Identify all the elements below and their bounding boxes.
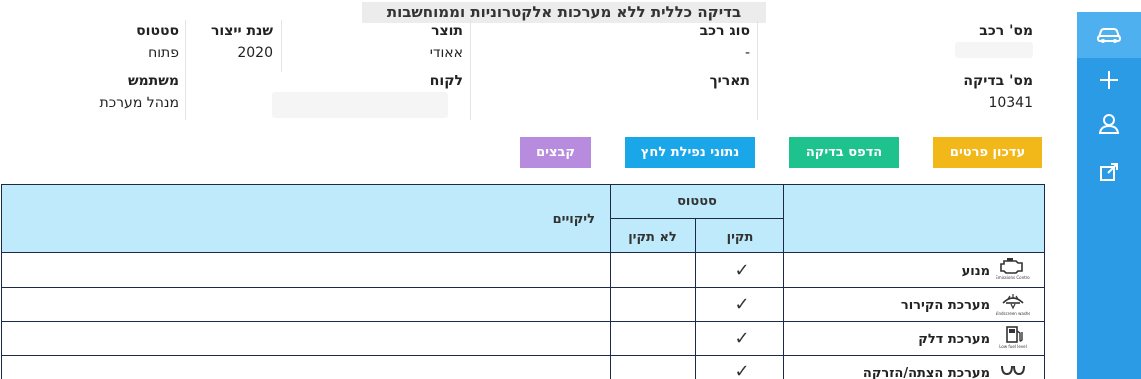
- year-label: שנת ייצור: [210, 23, 273, 39]
- vehicle-type-value: -: [744, 45, 750, 61]
- sidebar: [1077, 12, 1141, 379]
- table-row-name: מערכת הקירור: [900, 298, 990, 313]
- customer-value: [272, 92, 448, 118]
- print-test-button[interactable]: הדפס בדיקה: [789, 137, 899, 168]
- customer-label: לקוח: [429, 73, 463, 89]
- check-icon[interactable]: ✓: [731, 363, 753, 379]
- check-icon[interactable]: ✓: [731, 330, 753, 348]
- divider: [470, 20, 471, 120]
- divider: [281, 20, 282, 72]
- divider: [2, 355, 1044, 356]
- user-value: מנהל מערכת: [99, 95, 179, 111]
- status-label: סטטוס: [136, 23, 179, 39]
- vehicle-number-label: מס' רכב: [979, 23, 1033, 39]
- table-row-name: מנוע: [961, 264, 990, 279]
- car-icon[interactable]: [1095, 21, 1123, 49]
- external-link-icon[interactable]: [1095, 158, 1123, 186]
- windscreen-washer-icon: Windscreen washer: [994, 289, 1032, 317]
- files-button[interactable]: קבצים: [520, 137, 591, 168]
- test-number-value: 10341: [988, 95, 1033, 111]
- divider: [610, 218, 784, 219]
- check-icon[interactable]: ✓: [731, 262, 753, 280]
- user-icon[interactable]: [1095, 110, 1123, 138]
- ok-column-header: תקין: [726, 230, 754, 245]
- status-column-header: סטטוס: [677, 194, 717, 209]
- divider: [610, 185, 611, 379]
- not-ok-column-header: לא תקין: [628, 230, 677, 245]
- divider: [2, 287, 1044, 288]
- vehicle-number-value: [955, 42, 1033, 58]
- manufacturer-label: תוצר: [431, 23, 463, 39]
- table-row-name: מערכת דלק: [918, 332, 990, 347]
- user-label: משתמש: [127, 73, 179, 89]
- fuel-level-icon: Low fuel level: [994, 323, 1032, 351]
- year-value: 2020: [237, 45, 273, 61]
- update-details-button[interactable]: עדכון פרטים: [933, 137, 1042, 168]
- inspection-table: סטטוס תקין לא תקין ליקויים Emissions Con…: [1, 184, 1045, 379]
- divider: [2, 321, 1044, 322]
- date-label: תאריך: [709, 73, 750, 89]
- engine-warning-icon: Emissions Control: [994, 255, 1032, 283]
- svg-text:Emissions Control: Emissions Control: [996, 275, 1030, 280]
- defects-column-header: ליקויים: [552, 212, 595, 227]
- vehicle-type-label: סוג רכב: [699, 23, 750, 39]
- divider: [757, 20, 758, 120]
- svg-text:Windscreen washer: Windscreen washer: [996, 311, 1030, 316]
- divider: [185, 20, 186, 120]
- glow-plug-icon: [994, 357, 1032, 379]
- table-row-name: מערכת הצתה/הזרקה: [862, 366, 990, 379]
- divider: [783, 185, 784, 379]
- test-number-label: מס' בדיקה: [963, 73, 1033, 89]
- svg-text:Low fuel level: Low fuel level: [999, 344, 1026, 349]
- plus-icon[interactable]: [1095, 66, 1123, 94]
- manufacturer-value: אאודי: [429, 45, 463, 61]
- page-title: בדיקה כללית ללא מערכות אלקטרוניות וממוחש…: [362, 2, 766, 23]
- status-value: פתוח: [148, 45, 179, 61]
- pressure-drop-button[interactable]: נתוני נפילת לחץ: [625, 137, 755, 168]
- check-icon[interactable]: ✓: [731, 296, 753, 314]
- page: בדיקה כללית ללא מערכות אלקטרוניות וממוחש…: [0, 0, 1141, 379]
